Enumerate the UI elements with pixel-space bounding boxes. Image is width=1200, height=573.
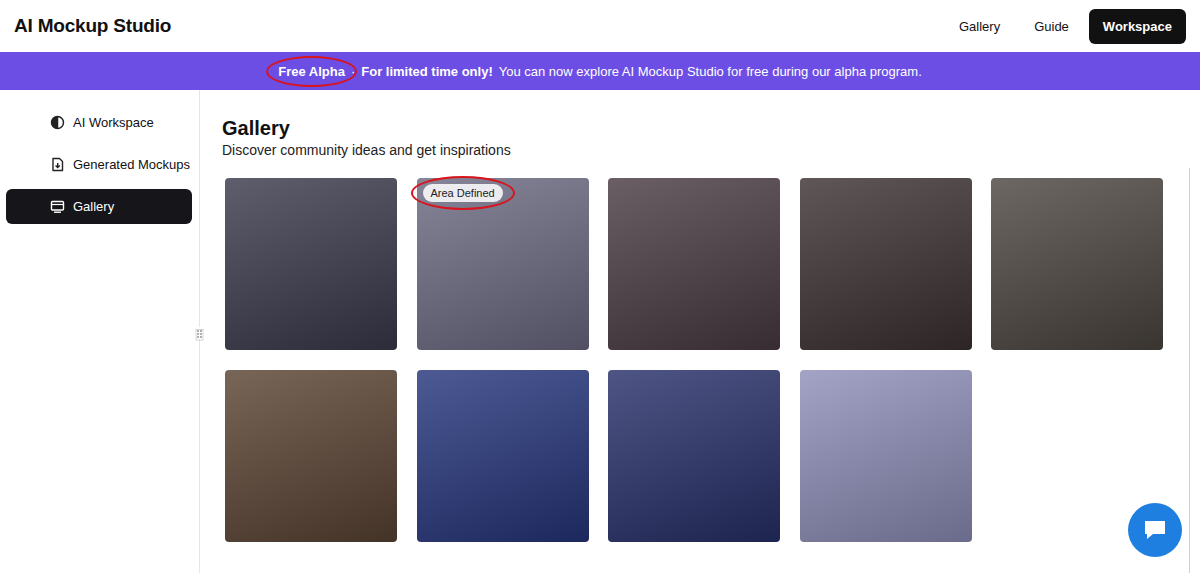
nav-link[interactable]: Workspace	[1089, 9, 1186, 44]
gallery-card[interactable]	[225, 178, 397, 350]
banner-text: You can now explore AI Mockup Studio for…	[499, 64, 922, 79]
page-title: Gallery	[222, 116, 1200, 140]
gallery-card[interactable]	[800, 178, 972, 350]
page-subtitle: Discover community ideas and get inspira…	[222, 140, 1200, 160]
nav-link[interactable]: Guide	[1020, 10, 1083, 43]
sidebar-label[interactable]: AI Workspace	[73, 115, 154, 130]
gallery-panel: GalleryDiscover community ideas and get …	[200, 90, 1200, 573]
gallery-card[interactable]	[800, 370, 972, 542]
gallery-card[interactable]: Area Defined	[417, 178, 589, 350]
chat-button[interactable]	[1128, 503, 1182, 557]
sidebar-label[interactable]: Gallery	[73, 199, 114, 214]
sidebar-item[interactable]: Gallery	[6, 189, 192, 224]
sidebar-label[interactable]: Generated Mockups	[73, 157, 190, 172]
sidebar: AI Workspace Generated Mockups Gallery	[0, 90, 200, 573]
workspace-icon	[50, 115, 65, 130]
nav: GalleryGuideWorkspace	[945, 9, 1186, 44]
top-bar: AI Mockup Studio GalleryGuideWorkspace	[0, 0, 1200, 52]
gallery-card[interactable]	[608, 370, 780, 542]
area-badge: Area Defined	[423, 184, 503, 202]
scrollbar[interactable]	[1189, 168, 1190, 573]
resize-handle[interactable]	[195, 327, 204, 339]
gallery-card[interactable]	[608, 178, 780, 350]
alpha-label: Free Alpha	[278, 64, 345, 79]
gallery-card[interactable]	[225, 370, 397, 542]
separator: ·	[351, 64, 355, 79]
gallery-card[interactable]	[417, 370, 589, 542]
banner-highlight: For limited time only!	[361, 64, 492, 79]
monitor-icon	[50, 199, 65, 214]
download-file-icon	[50, 157, 65, 172]
gallery-card[interactable]	[991, 178, 1163, 350]
content: AI WorkspaceGenerated MockupsGalleryGall…	[0, 90, 1200, 573]
nav-link[interactable]: Gallery	[945, 10, 1014, 43]
drag-handle-icon	[195, 329, 204, 341]
logo[interactable]: AI Mockup Studio	[14, 15, 171, 37]
gallery-grid: Area Defined	[225, 178, 1200, 542]
sidebar-item[interactable]: Generated Mockups	[6, 147, 192, 182]
alpha-banner: Free Alpha · For limited time only! You can…	[0, 52, 1200, 90]
chat-icon	[1142, 518, 1168, 542]
sidebar-item[interactable]: AI Workspace	[6, 105, 192, 140]
